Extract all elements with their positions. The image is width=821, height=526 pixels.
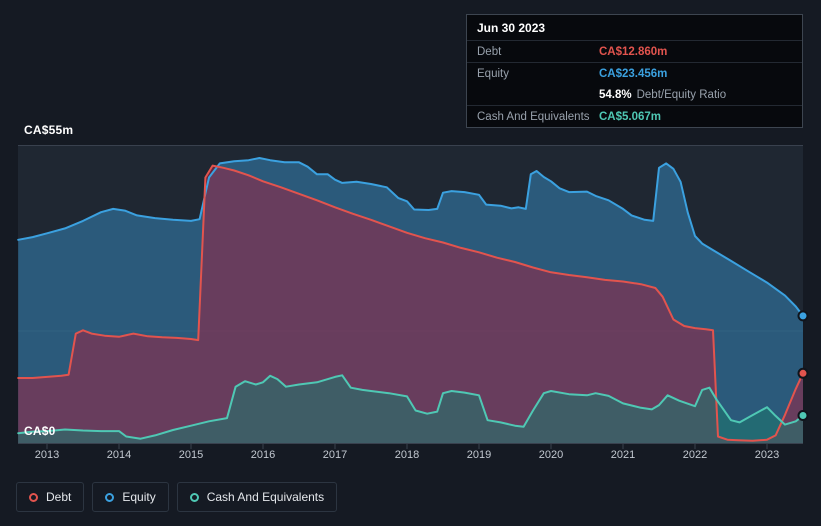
cash-and-equivalents-endpoint-dot — [797, 410, 809, 421]
x-axis-label-2017: 2017 — [322, 449, 348, 461]
x-axis-label-2015: 2015 — [178, 449, 204, 461]
chart-tooltip: Jun 30 2023 Debt CA$12.860m Equity CA$23… — [466, 14, 803, 128]
tooltip-equity-row: Equity CA$23.456m — [467, 63, 802, 84]
tooltip-ratio-label: Debt/Equity Ratio — [636, 88, 727, 101]
x-axis-label-2013: 2013 — [34, 449, 60, 461]
x-axis-label-2018: 2018 — [394, 449, 420, 461]
y-axis-zero-label: CA$0 — [24, 424, 56, 438]
tooltip-equity-label: Equity — [477, 67, 509, 80]
tooltip-cash-value: CA$5.067m — [599, 110, 662, 123]
x-axis-label-2019: 2019 — [466, 449, 492, 461]
equity-endpoint-dot — [797, 310, 809, 322]
legend-debt-label: Debt — [46, 490, 72, 504]
legend-item-equity[interactable]: Equity — [92, 482, 169, 512]
tooltip-debt-label: Debt — [477, 45, 502, 58]
x-axis-label-2023: 2023 — [754, 449, 780, 461]
x-axis-label-2016: 2016 — [250, 449, 276, 461]
equity-series-dot-icon — [105, 492, 115, 502]
tooltip-debt-value: CA$12.860m — [599, 45, 668, 58]
tooltip-cash-row: Cash And Equivalents CA$5.067m — [467, 106, 802, 127]
debt-series-dot-icon — [29, 492, 38, 502]
x-axis-label-2021: 2021 — [610, 449, 636, 461]
legend-equity-label: Equity — [122, 490, 156, 504]
chart-page: { "colors": { "debt": "#e2544e", "equity… — [0, 0, 821, 526]
tooltip-debt-row: Debt CA$12.860m — [467, 41, 802, 63]
legend-cash-label: Cash And Equivalents — [206, 490, 325, 504]
tooltip-date: Jun 30 2023 — [467, 15, 802, 41]
cash-series-dot-icon — [189, 492, 199, 502]
y-axis-max-label: CA$55m — [24, 123, 74, 137]
legend-item-cash-and-equivalents[interactable]: Cash And Equivalents — [176, 482, 338, 512]
x-axis-label-2014: 2014 — [106, 449, 132, 461]
tooltip-ratio-value: 54.8% — [599, 88, 632, 101]
x-axis-label-2022: 2022 — [682, 449, 708, 461]
x-axis-label-2020: 2020 — [538, 449, 564, 461]
tooltip-equity-value: CA$23.456m — [599, 67, 668, 80]
chart-legend: Debt Equity Cash And Equivalents — [16, 482, 338, 512]
tooltip-ratio-row: 54.8% Debt/Equity Ratio — [467, 84, 802, 106]
debt-endpoint-dot — [797, 367, 809, 379]
tooltip-cash-label: Cash And Equivalents — [477, 110, 590, 123]
legend-item-debt[interactable]: Debt — [16, 482, 85, 512]
